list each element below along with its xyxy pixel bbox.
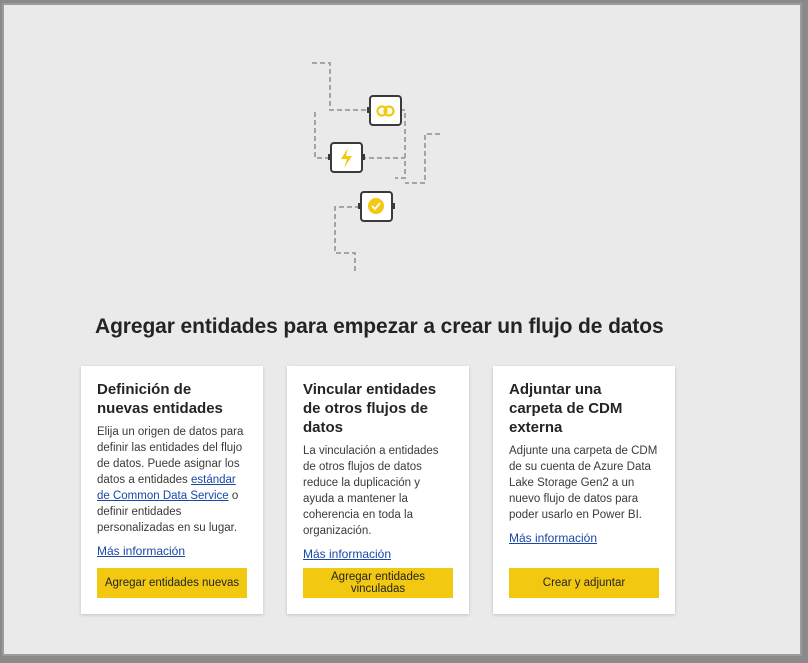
dataflow-illustration — [312, 62, 440, 273]
card-title: Definición de nuevas entidades — [97, 381, 223, 417]
card-title: Vincular entidades de otros flujos de da… — [303, 381, 437, 436]
card-attach-cdm-folder: Adjuntar una carpeta de CDM externa Adju… — [493, 366, 675, 614]
card-description: Adjunte una carpeta de CDM de su cuenta … — [509, 445, 658, 521]
create-and-attach-button[interactable]: Crear y adjuntar — [509, 568, 659, 598]
card-title: Adjuntar una carpeta de CDM externa — [509, 381, 623, 436]
card-new-entities: Definición de nuevas entidades Elija un … — [81, 366, 263, 614]
link-icon — [367, 95, 402, 126]
page-headline: Agregar entidades para empezar a crear u… — [95, 315, 664, 338]
learn-more-link[interactable]: Más información — [97, 544, 185, 558]
card-linked-entities: Vincular entidades de otros flujos de da… — [287, 366, 469, 614]
add-new-entities-button[interactable]: Agregar entidades nuevas — [97, 568, 247, 598]
certified-badge-icon — [358, 191, 395, 222]
card-description: Elija un origen de datos para definir la… — [97, 424, 247, 536]
card-description: La vinculación a entidades de otros fluj… — [303, 445, 439, 537]
add-linked-entities-button[interactable]: Agregar entidades vinculadas — [303, 568, 453, 598]
learn-more-link[interactable]: Más información — [303, 547, 391, 561]
lightning-icon — [328, 142, 365, 173]
learn-more-link[interactable]: Más información — [509, 531, 597, 545]
